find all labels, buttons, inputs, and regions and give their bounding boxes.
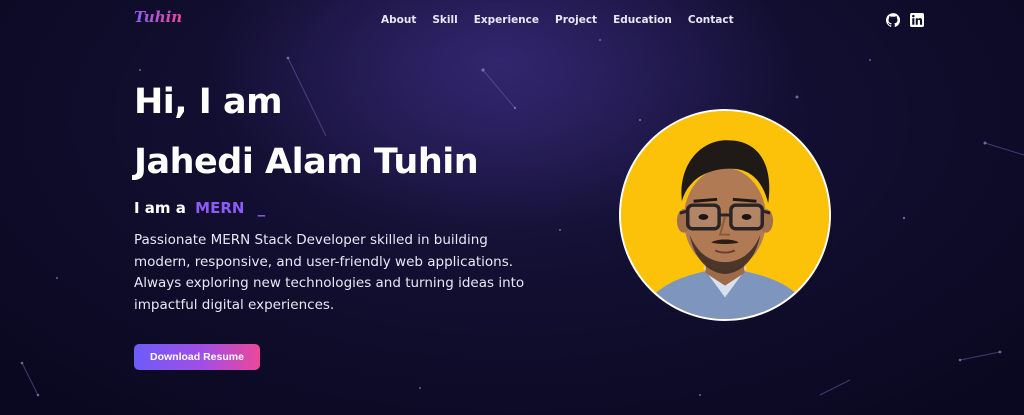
hero-greeting: Hi, I am [134,82,283,122]
nav-link-about[interactable]: About [381,14,416,26]
typing-cursor: _ [257,199,266,217]
nav-link-education[interactable]: Education [613,14,672,26]
brand-logo[interactable]: Tuhin [134,8,182,26]
github-icon[interactable] [886,13,900,27]
profile-portrait [621,111,829,319]
hero-description: Passionate MERN Stack Developer skilled … [134,232,525,313]
nav-link-experience[interactable]: Experience [474,14,539,26]
linkedin-icon[interactable] [910,13,924,27]
profile-avatar [619,109,831,321]
top-navbar: Tuhin About Skill Experience Project Edu… [0,0,1024,40]
nav-links: About Skill Experience Project Education… [381,14,734,26]
download-resume-button[interactable]: Download Resume [134,343,260,370]
hero-name: Jahedi Alam Tuhin [134,142,479,182]
role-typewriter: I am a MERN _ [134,198,554,218]
social-links [886,13,924,27]
role-word: MERN [195,199,245,217]
role-prefix: I am a [134,199,186,217]
nav-link-skill[interactable]: Skill [432,14,457,26]
hero-section: Hi, I am Jahedi Alam Tuhin I am a MERN _… [134,78,554,370]
portfolio-page: Tuhin About Skill Experience Project Edu… [0,0,1024,415]
nav-link-project[interactable]: Project [555,14,597,26]
nav-link-contact[interactable]: Contact [688,14,734,26]
